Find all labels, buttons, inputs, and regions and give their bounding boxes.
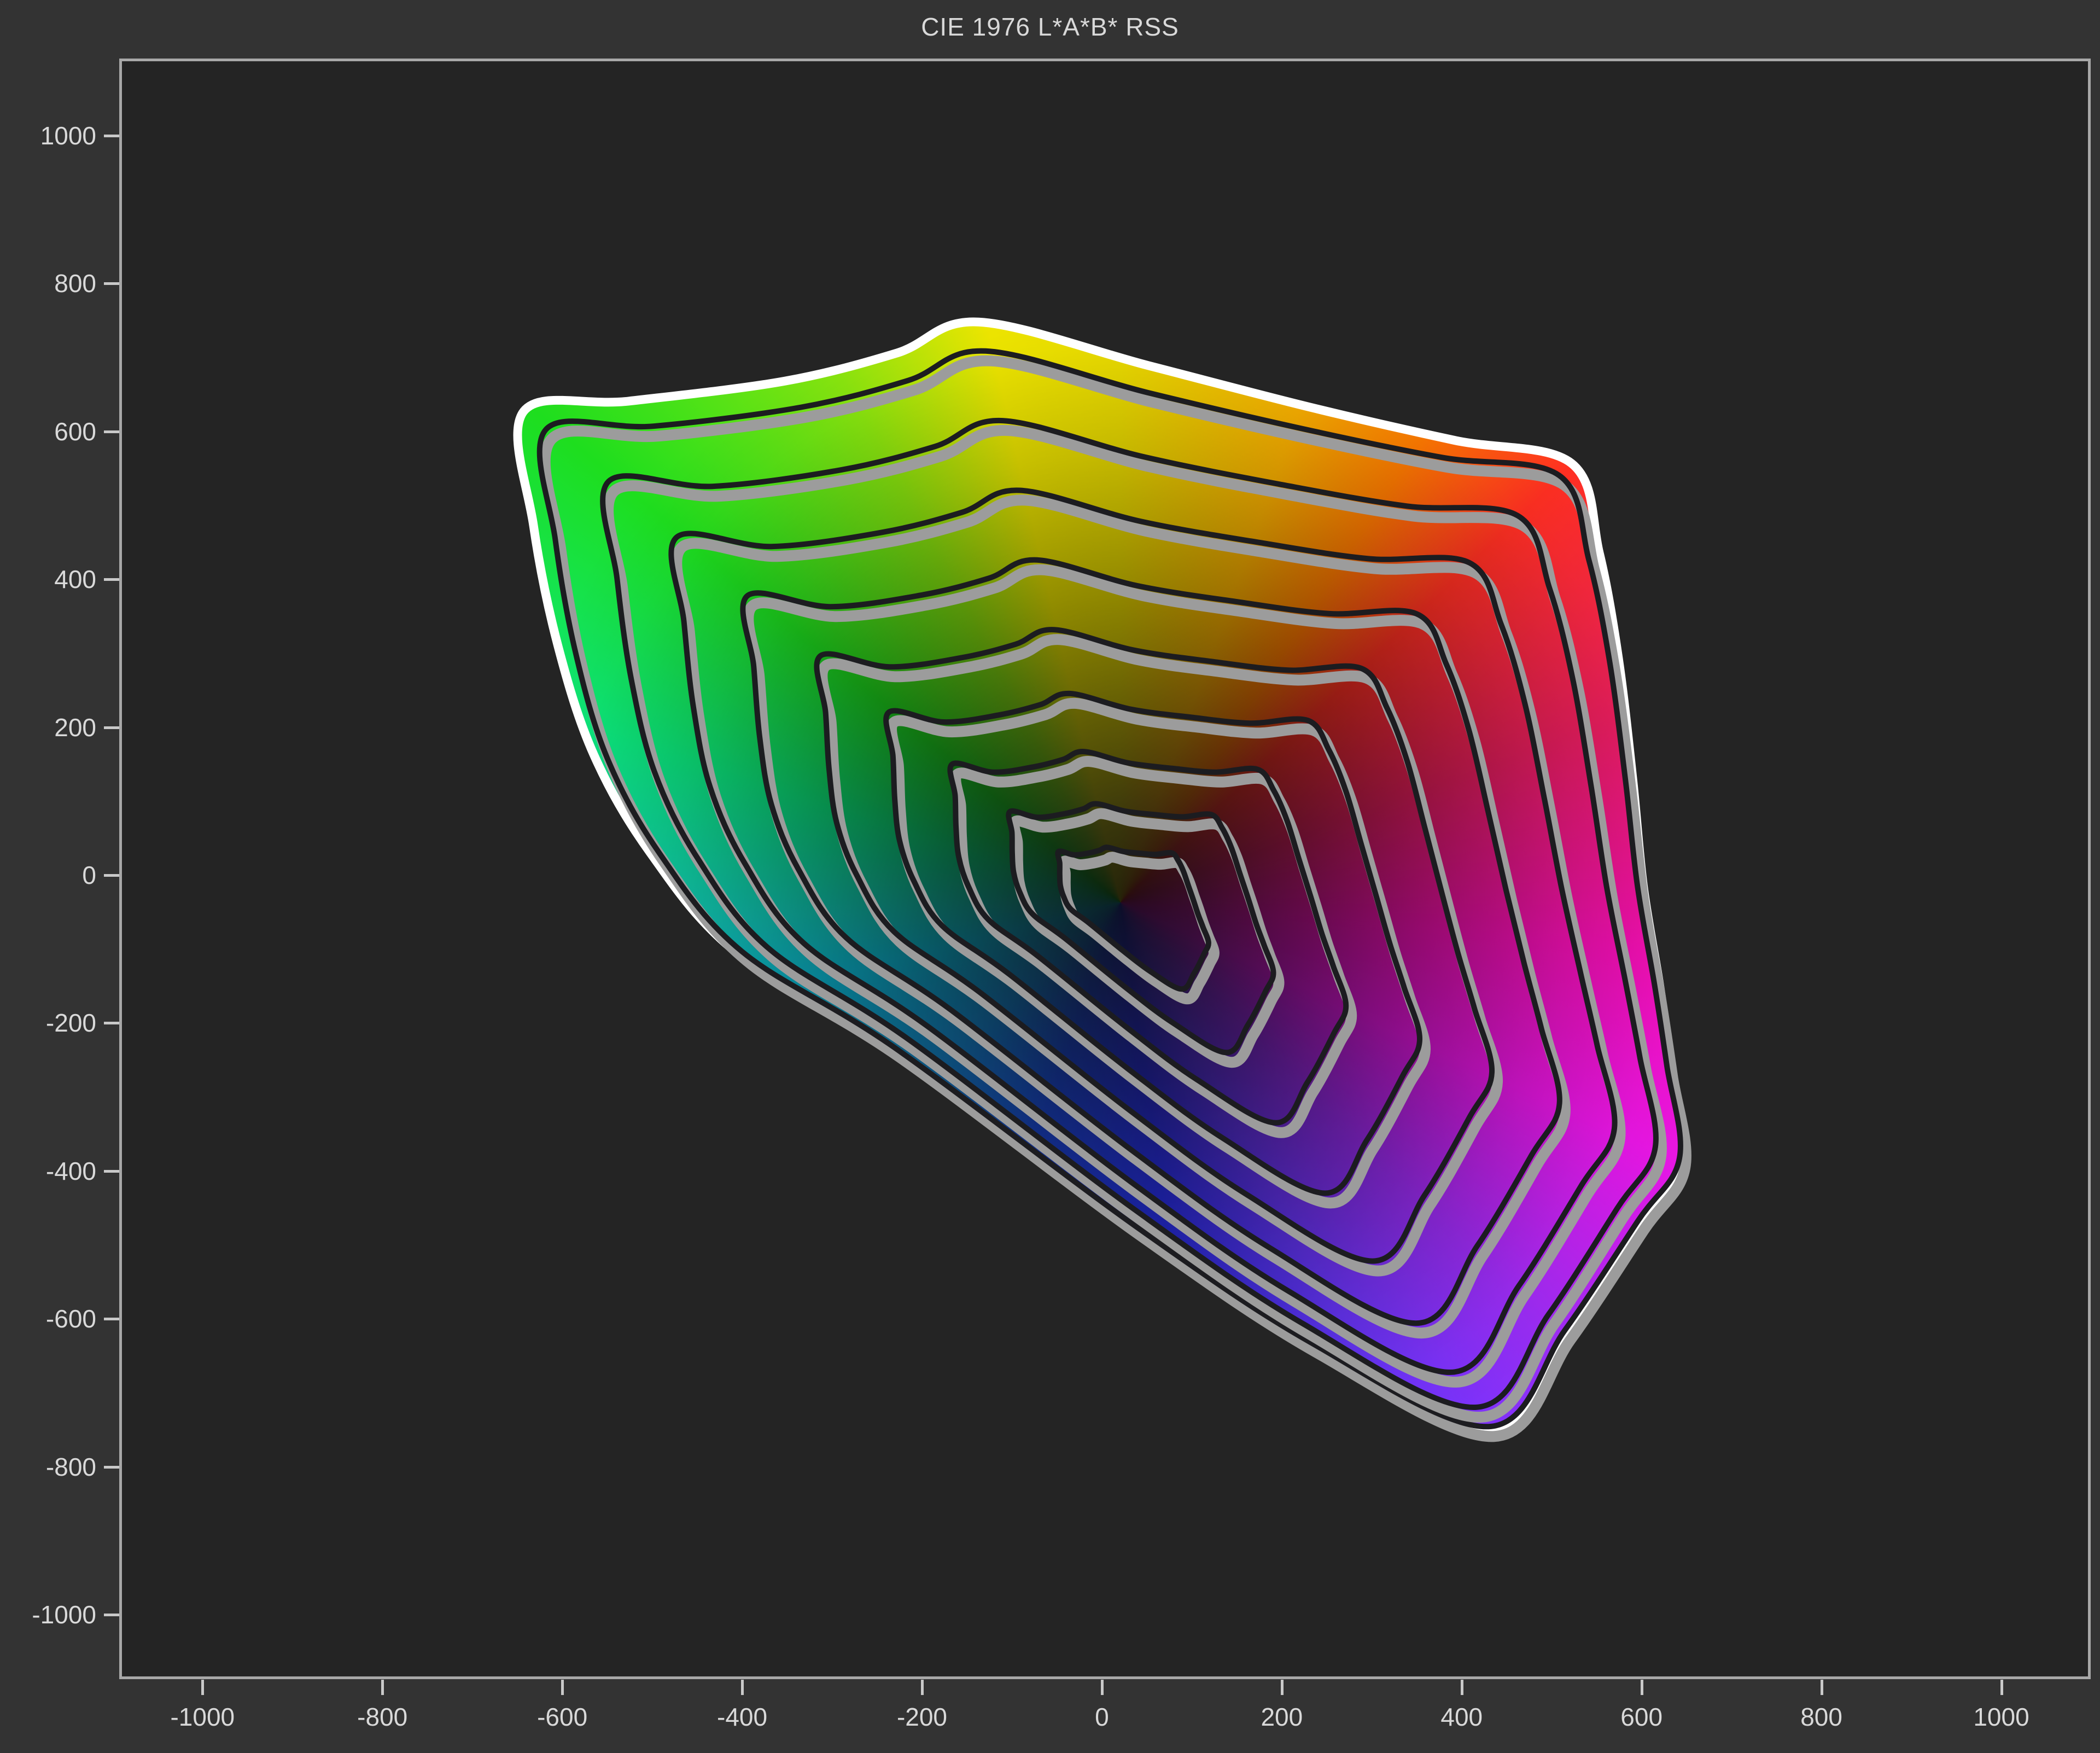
gamut-ring-shadow-2 — [603, 425, 1667, 1423]
x-tick-mark — [1820, 1680, 1823, 1695]
y-tick-mark — [104, 1465, 119, 1469]
x-tick-mark — [381, 1680, 384, 1695]
gamut-rings-svg — [513, 317, 1691, 1442]
y-tick-mark — [104, 1318, 119, 1321]
x-tick-label: -1000 — [170, 1703, 235, 1731]
y-tick-mark — [104, 430, 119, 433]
y-tick-mark — [104, 873, 119, 877]
x-tick-mark — [1100, 1680, 1104, 1695]
x-tick-label: 800 — [1800, 1703, 1842, 1731]
gamut-ring-outline-2 — [600, 418, 1659, 1411]
x-tick-label: 1000 — [1973, 1703, 2029, 1731]
x-tick-mark — [561, 1680, 564, 1695]
chart-canvas: CIE 1976 L*A*B* RSS -1000 -800 -600 -400 -20… — [0, 0, 2100, 1753]
x-tick-label: 200 — [1261, 1703, 1303, 1731]
x-tick-mark — [1640, 1680, 1643, 1695]
y-tick-mark — [104, 1022, 119, 1025]
x-tick-label: -600 — [537, 1703, 588, 1731]
x-tick-label: -200 — [896, 1703, 948, 1731]
y-tick-label: -400 — [45, 1156, 96, 1185]
x-tick-mark — [1460, 1680, 1463, 1695]
x-tick-mark — [2000, 1680, 2003, 1695]
y-tick-mark — [104, 578, 119, 581]
x-tick-mark — [920, 1680, 924, 1695]
y-tick-mark — [104, 726, 119, 729]
y-tick-label: 600 — [54, 417, 96, 446]
y-tick-mark — [104, 1169, 119, 1173]
y-tick-label: 200 — [54, 713, 96, 742]
y-tick-mark — [104, 1613, 119, 1616]
x-tick-mark — [741, 1680, 744, 1695]
x-tick-label: -800 — [357, 1703, 408, 1731]
y-tick-label: -200 — [45, 1009, 96, 1038]
y-tick-mark — [104, 135, 119, 137]
x-tick-label: 400 — [1440, 1703, 1483, 1731]
y-tick-label: -1000 — [32, 1600, 96, 1629]
y-tick-label: 800 — [54, 269, 96, 298]
y-tick-label: 1000 — [40, 121, 96, 150]
x-tick-mark — [1280, 1680, 1284, 1695]
x-tick-label: 600 — [1620, 1703, 1663, 1731]
gamut-ring-shadow-8 — [1008, 808, 1285, 1068]
y-tick-label: 0 — [82, 860, 96, 889]
x-tick-label: 0 — [1095, 1703, 1109, 1731]
x-tick-label: -400 — [717, 1703, 768, 1731]
gamut-ring-shadow-3 — [671, 494, 1626, 1388]
y-tick-mark — [104, 282, 119, 286]
y-tick-label: -600 — [45, 1304, 96, 1333]
y-tick-label: -800 — [45, 1452, 96, 1481]
gamut-ring-shadow-4 — [743, 564, 1571, 1339]
x-tick-mark — [201, 1680, 205, 1695]
y-tick-label: 400 — [54, 565, 96, 594]
